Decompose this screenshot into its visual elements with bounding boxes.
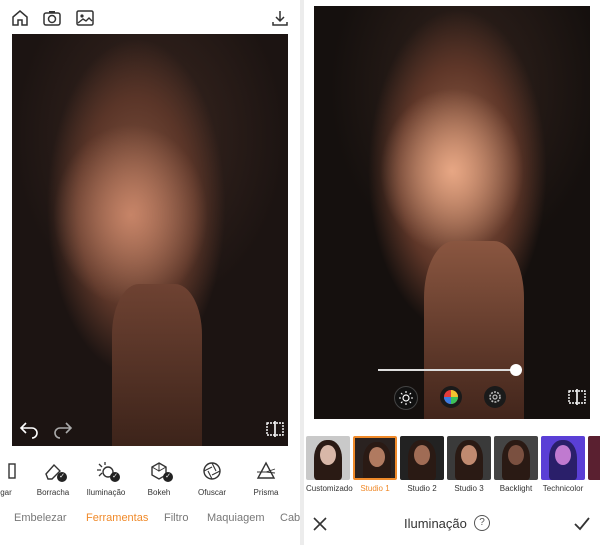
help-icon[interactable]: ? xyxy=(474,515,490,531)
tool-ofuscar[interactable]: Ofuscar xyxy=(184,458,240,497)
top-toolbar xyxy=(0,0,300,36)
preset-label: Customizado xyxy=(306,484,353,493)
color-wheel-icon xyxy=(444,390,458,404)
tab-ferramentas[interactable]: Ferramentas xyxy=(86,512,148,524)
prism-icon xyxy=(238,458,294,484)
preset-studio-1[interactable]: Studio 1 xyxy=(353,436,397,493)
preset-partial[interactable] xyxy=(588,436,600,480)
check-badge-icon: ✓ xyxy=(110,472,120,482)
preset-thumbnail xyxy=(588,436,600,480)
tools-row: gar ✓ Borracha ✓ Iluminação ✓ Bokeh Ofus… xyxy=(0,458,300,504)
compare-icon[interactable] xyxy=(566,386,588,408)
tool-label: Bokeh xyxy=(147,488,171,497)
preset-label: Backlight xyxy=(499,484,533,493)
thumb-face-shape xyxy=(461,445,477,465)
preset-customizado[interactable]: Customizado xyxy=(306,436,353,493)
preset-backlight[interactable]: Backlight xyxy=(494,436,538,493)
photo-neck-shape xyxy=(112,284,202,446)
redo-icon[interactable] xyxy=(52,418,74,440)
preset-thumbnail xyxy=(306,436,350,480)
home-icon[interactable] xyxy=(10,8,30,28)
preset-label: Studio 3 xyxy=(454,484,484,493)
tool-label: Prisma xyxy=(253,488,279,497)
preset-label: Technicolor xyxy=(542,484,584,493)
thumb-face-shape xyxy=(414,445,430,465)
preset-thumbnail xyxy=(494,436,538,480)
thumb-face-shape xyxy=(369,447,385,467)
tool-bokeh[interactable]: ✓ Bokeh xyxy=(131,458,187,497)
intensity-slider-track[interactable] xyxy=(378,369,516,371)
preset-thumbnail xyxy=(400,436,444,480)
tab-cabelo-partial[interactable]: Cab xyxy=(280,512,300,524)
tool-borracha[interactable]: ✓ Borracha xyxy=(25,458,81,497)
preset-studio-3[interactable]: Studio 3 xyxy=(447,436,491,493)
right-screen: Customizado Studio 1 Studio 2 Studio 3 B… xyxy=(304,0,600,545)
lighting-icon: ✓ xyxy=(78,458,134,484)
intensity-slider-knob[interactable] xyxy=(510,364,522,376)
preset-label: Studio 1 xyxy=(360,484,390,493)
download-icon[interactable] xyxy=(270,8,290,28)
tab-filtro[interactable]: Filtro xyxy=(164,512,188,524)
category-tabs: Embelezar Ferramentas Filtro Maquiagem C… xyxy=(0,512,300,536)
left-screen: gar ✓ Borracha ✓ Iluminação ✓ Bokeh Ofus… xyxy=(0,0,300,545)
light-mode-button[interactable] xyxy=(394,386,418,410)
tool-label: Iluminação xyxy=(86,488,126,497)
thumb-face-shape xyxy=(508,445,524,465)
bokeh-icon: ✓ xyxy=(131,458,187,484)
preset-thumbnail xyxy=(353,436,397,480)
thumb-face-shape xyxy=(320,445,336,465)
original-photo xyxy=(12,34,288,446)
tab-maquiagem[interactable]: Maquiagem xyxy=(207,512,264,524)
tool-iluminacao[interactable]: ✓ Iluminação xyxy=(78,458,134,497)
settings-mode-button[interactable] xyxy=(484,386,506,408)
check-badge-icon: ✓ xyxy=(163,472,173,482)
undo-icon[interactable] xyxy=(18,418,40,440)
tool-prisma[interactable]: Prisma xyxy=(238,458,294,497)
preset-label: Studio 2 xyxy=(407,484,437,493)
lighting-presets: Customizado Studio 1 Studio 2 Studio 3 B… xyxy=(304,436,600,496)
camera-icon[interactable] xyxy=(42,8,62,28)
edited-photo xyxy=(314,6,590,419)
tool-label: Borracha xyxy=(36,488,70,497)
panel-title: Iluminação xyxy=(404,516,467,531)
color-mode-button[interactable] xyxy=(440,386,462,408)
sun-icon xyxy=(399,391,413,405)
gallery-icon[interactable] xyxy=(75,8,95,28)
preset-thumbnail xyxy=(541,436,585,480)
compare-icon[interactable] xyxy=(264,418,286,440)
preset-technicolor[interactable]: Technicolor xyxy=(541,436,585,493)
eraser-icon: ✓ xyxy=(25,458,81,484)
close-icon[interactable] xyxy=(310,514,330,539)
check-badge-icon: ✓ xyxy=(57,472,67,482)
tool-label: Ofuscar xyxy=(197,488,226,497)
photo-neck-shape xyxy=(424,241,524,419)
preset-studio-2[interactable]: Studio 2 xyxy=(400,436,444,493)
aperture-icon xyxy=(184,458,240,484)
preset-thumbnail xyxy=(447,436,491,480)
thumb-face-shape xyxy=(555,445,571,465)
tab-embelezar[interactable]: Embelezar xyxy=(14,512,67,524)
bottom-action-bar: Iluminação ? xyxy=(304,510,600,540)
gear-icon xyxy=(489,391,501,403)
confirm-check-icon[interactable] xyxy=(572,514,592,539)
